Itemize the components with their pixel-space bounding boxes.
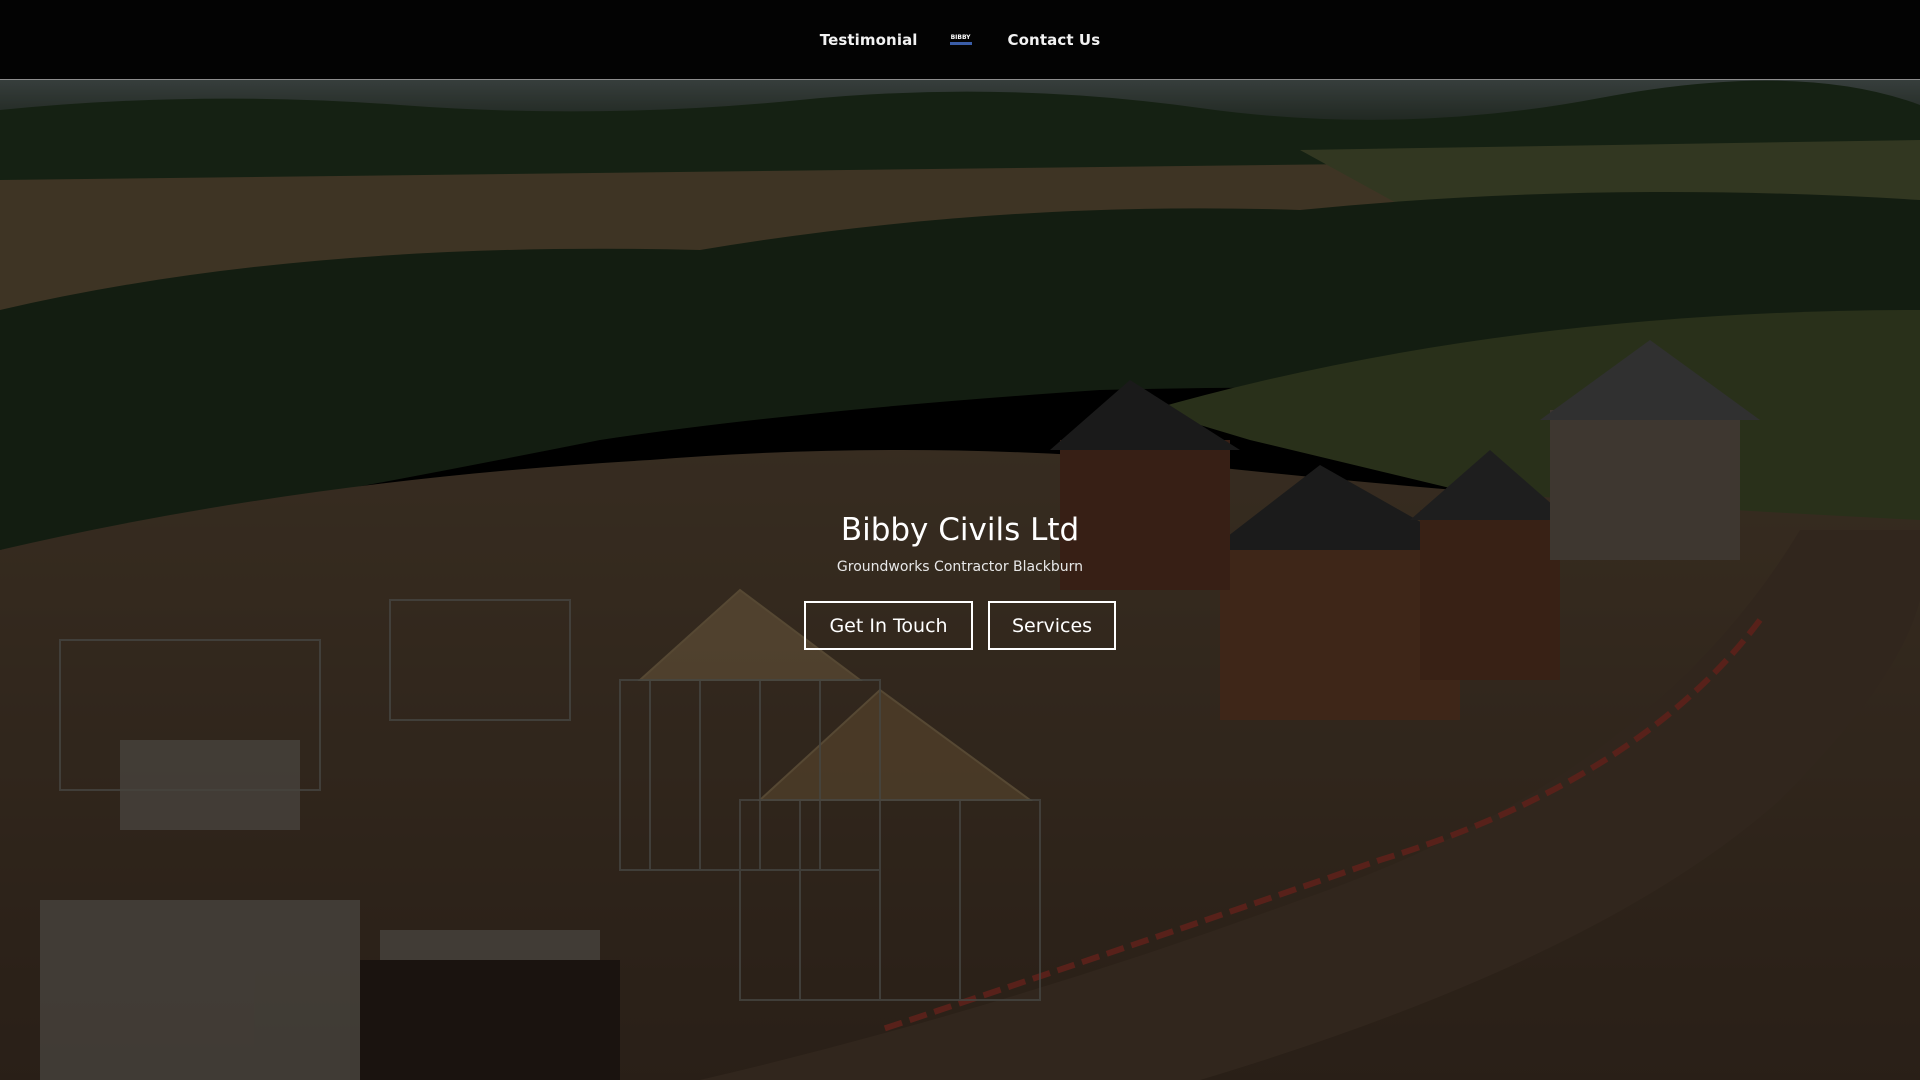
logo-accent-bar bbox=[949, 41, 972, 45]
nav-menu: Testimonial BIBBY Contact Us bbox=[820, 30, 1100, 50]
hero-subtitle: Groundworks Contractor Blackburn bbox=[836, 559, 1084, 575]
hero-content: Bibby Civils Ltd Groundworks Contractor … bbox=[0, 510, 1920, 650]
logo-wordmark: BIBBY bbox=[950, 33, 971, 41]
nav-link-contact-us[interactable]: Contact Us bbox=[1008, 31, 1101, 49]
hero-title: Bibby Civils Ltd bbox=[840, 512, 1080, 548]
services-button[interactable]: Services bbox=[988, 601, 1116, 650]
hero-section: Bibby Civils Ltd Groundworks Contractor … bbox=[0, 80, 1920, 1080]
hero-button-group: Get In Touch Services bbox=[0, 601, 1920, 650]
get-in-touch-button[interactable]: Get In Touch bbox=[804, 601, 973, 650]
company-logo[interactable]: BIBBY bbox=[948, 30, 974, 50]
nav-link-testimonial[interactable]: Testimonial bbox=[820, 31, 918, 49]
top-navbar: Testimonial BIBBY Contact Us bbox=[0, 0, 1920, 80]
